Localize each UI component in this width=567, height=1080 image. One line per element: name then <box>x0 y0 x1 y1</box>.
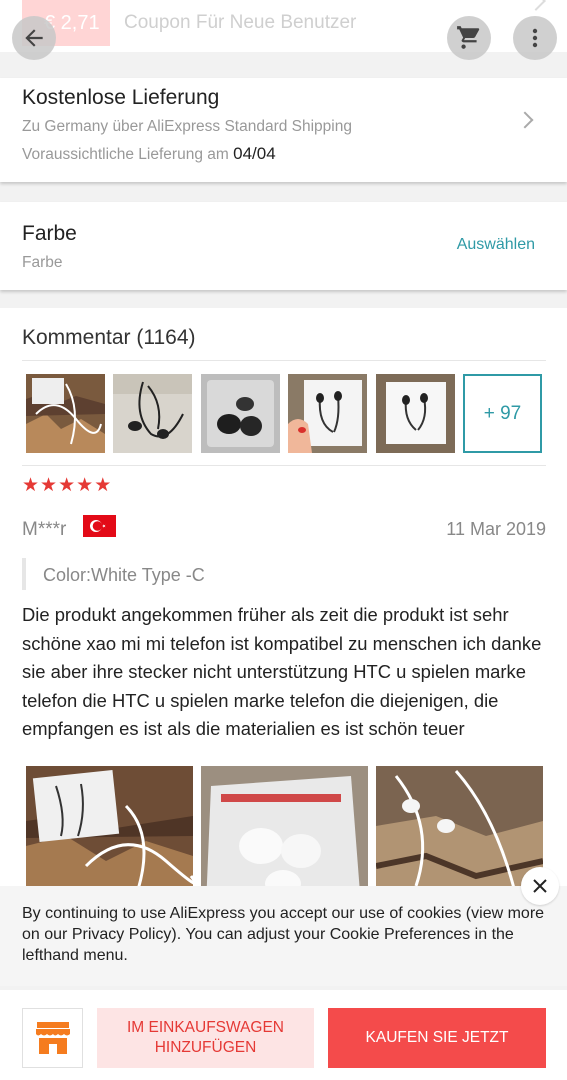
rating-stars: ★ ★ ★ ★ ★ <box>22 476 111 496</box>
chevron-right-icon <box>526 0 546 11</box>
shipping-title: Kostenlose Lieferung <box>22 86 220 109</box>
product-detail-page: € 2,71 Coupon Für Neue Benutzer Kostenlo… <box>0 0 567 1080</box>
back-button[interactable] <box>12 16 56 60</box>
store-icon <box>35 1022 70 1054</box>
coupon-text: Coupon Für Neue Benutzer <box>124 12 357 33</box>
reviews-heading[interactable]: Kommentar (1164) <box>22 326 196 350</box>
review-photo[interactable] <box>26 766 193 906</box>
close-icon <box>533 879 547 893</box>
star-icon: ★ <box>58 475 76 496</box>
cookie-close-button[interactable] <box>521 867 559 905</box>
star-icon: ★ <box>94 475 112 496</box>
color-title: Farbe <box>22 222 77 245</box>
color-select-link[interactable]: Auswählen <box>457 236 535 254</box>
cart-button[interactable] <box>447 16 491 60</box>
cart-icon <box>457 26 480 49</box>
more-options-button[interactable] <box>513 16 557 60</box>
star-icon: ★ <box>76 475 94 496</box>
cookie-banner: By continuing to use AliExpress you acce… <box>0 886 567 986</box>
review-image-thumb[interactable] <box>201 374 280 453</box>
attribute-bar <box>22 558 26 590</box>
more-images-button[interactable]: + 97 <box>463 374 542 453</box>
shipping-eta-label: Voraussichtliche Lieferung am <box>22 146 229 163</box>
review-attribute: Color:White Type -C <box>43 565 205 585</box>
star-icon: ★ <box>40 475 58 496</box>
divider <box>22 360 546 361</box>
reviews-section: Kommentar (1164) + 97 ★ ★ ★ ★ ★ M***r 11… <box>0 308 567 948</box>
review-photo[interactable] <box>201 766 368 906</box>
review-photo[interactable] <box>376 766 543 906</box>
chevron-right-icon <box>516 111 534 129</box>
turkey-flag-icon <box>83 515 116 537</box>
shipping-card[interactable]: Kostenlose Lieferung Zu Germany über Ali… <box>0 78 567 182</box>
divider <box>22 465 546 466</box>
arrow-left-icon <box>25 29 43 47</box>
review-image-thumb[interactable] <box>26 374 105 453</box>
vertical-dots-icon <box>532 28 538 48</box>
shipping-eta: Voraussichtliche Lieferung am 04/04 <box>22 144 276 164</box>
buy-now-button[interactable]: KAUFEN SIE JETZT <box>328 1008 546 1068</box>
review-image-thumb[interactable] <box>113 374 192 453</box>
shipping-method: Zu Germany über AliExpress Standard Ship… <box>22 118 352 135</box>
reviewer-name: M***r <box>22 519 67 540</box>
add-to-cart-button[interactable]: IM EINKAUFSWAGEN HINZUFÜGEN <box>97 1008 314 1068</box>
shipping-eta-date: 04/04 <box>233 144 276 163</box>
star-icon: ★ <box>22 475 40 496</box>
review-date: 11 Mar 2019 <box>446 519 546 539</box>
bottom-action-bar: IM EINKAUFSWAGEN HINZUFÜGEN KAUFEN SIE J… <box>0 990 567 1080</box>
store-button[interactable] <box>22 1008 83 1068</box>
color-selector-card[interactable]: Farbe Farbe Auswählen <box>0 202 567 290</box>
color-subtitle: Farbe <box>22 254 63 271</box>
review-image-thumb[interactable] <box>376 374 455 453</box>
review-text: Die produkt angekommen früher als zeit d… <box>22 604 542 740</box>
cookie-text: By continuing to use AliExpress you acce… <box>22 905 545 964</box>
review-image-thumb[interactable] <box>288 374 367 453</box>
